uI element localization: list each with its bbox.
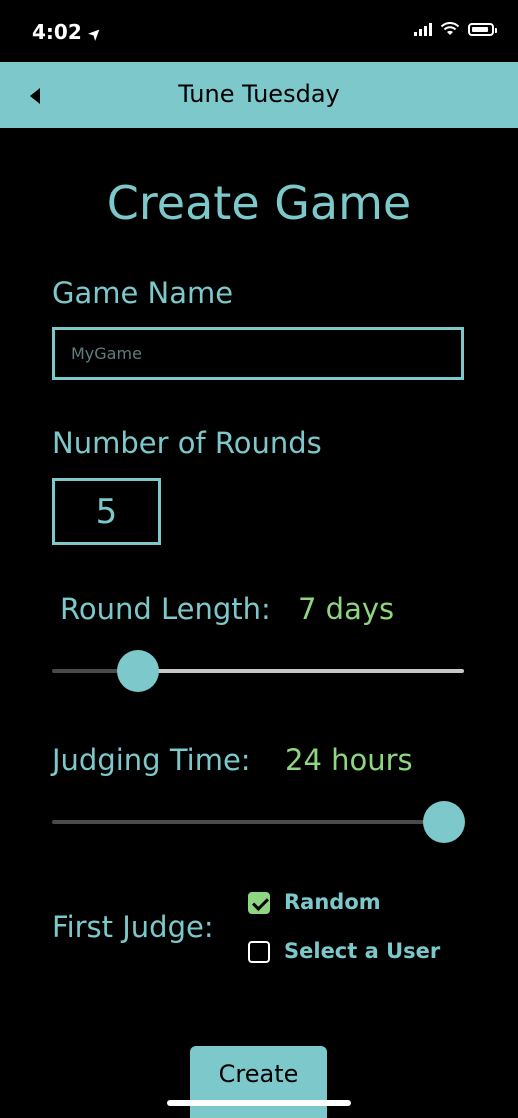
game-name-input[interactable]: [52, 327, 464, 380]
status-icons: [414, 22, 497, 36]
rounds-input[interactable]: 5: [52, 478, 161, 545]
wifi-icon: [440, 22, 460, 35]
round-length-slider-thumb[interactable]: [117, 650, 159, 692]
location-arrow-icon: ➤: [82, 22, 106, 45]
create-button[interactable]: Create: [190, 1046, 327, 1118]
round-length-value: 7 days: [298, 592, 395, 626]
first-judge-label: First Judge:: [52, 910, 214, 944]
select-user-option-label: Select a User: [284, 939, 441, 963]
select-user-checkbox[interactable]: [248, 941, 270, 963]
round-length-label: Round Length:: [60, 592, 271, 626]
nav-title: Tune Tuesday: [178, 80, 340, 108]
round-length-track-max: [138, 669, 464, 673]
status-time: 4:02➤: [32, 20, 106, 45]
judging-time-label: Judging Time:: [52, 743, 251, 777]
judging-time-track-min: [52, 820, 444, 824]
cellular-signal-icon: [414, 22, 432, 36]
battery-icon: [468, 22, 497, 36]
select-user-option[interactable]: Select a User: [248, 939, 458, 965]
home-indicator: [167, 1100, 351, 1106]
rounds-label: Number of Rounds: [52, 426, 322, 460]
status-time-text: 4:02: [32, 20, 82, 44]
judging-time-value: 24 hours: [285, 743, 413, 777]
random-option-label: Random: [284, 890, 381, 914]
create-button-label: Create: [218, 1060, 299, 1088]
random-checkbox[interactable]: [248, 892, 270, 914]
page-title: Create Game: [106, 176, 412, 230]
judging-time-slider-thumb[interactable]: [423, 801, 465, 843]
round-length-slider[interactable]: [52, 650, 464, 692]
random-option[interactable]: Random: [248, 890, 448, 916]
rounds-value: 5: [95, 491, 118, 532]
judging-time-slider[interactable]: [52, 801, 465, 843]
game-name-label: Game Name: [52, 276, 234, 310]
